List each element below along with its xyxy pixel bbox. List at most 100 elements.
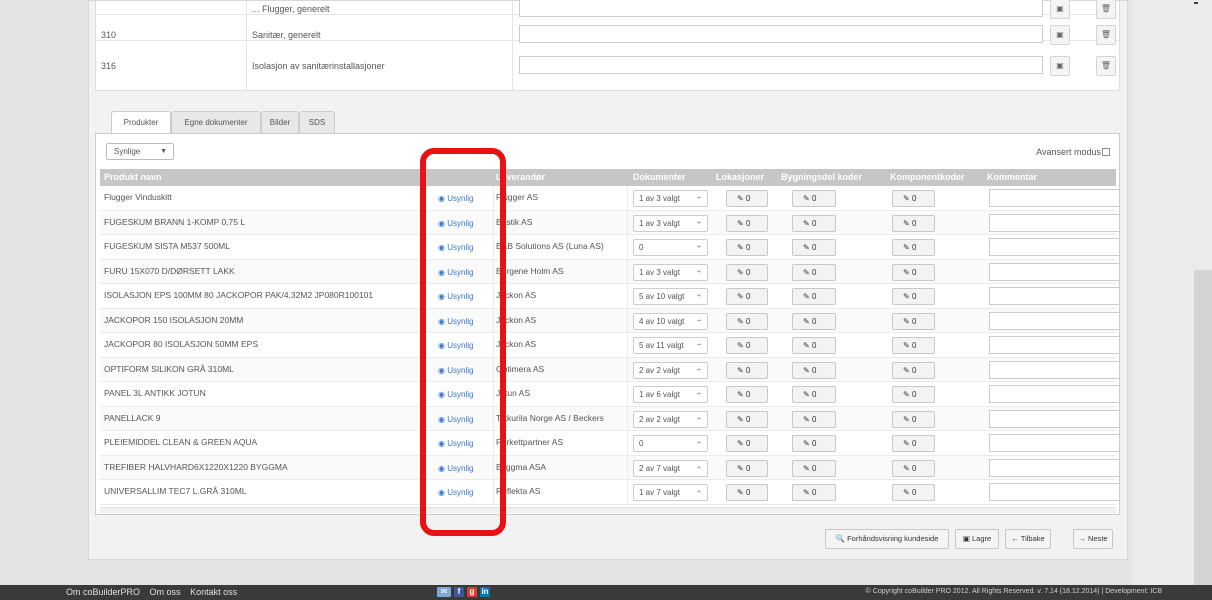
save-icon[interactable]: ▣ <box>1050 56 1070 76</box>
footer-link-contact[interactable]: Kontakt oss <box>190 587 237 597</box>
google-plus-icon[interactable]: g <box>467 587 477 597</box>
header-building-codes[interactable]: Bygningsdel koder <box>781 172 862 182</box>
footer-link-about-cobuilder[interactable]: Om coBuilderPRO <box>66 587 140 597</box>
documents-select[interactable]: 0 ÷ <box>633 435 708 452</box>
advanced-mode-label: Avansert modus <box>1036 147 1101 157</box>
comment-input[interactable] <box>989 336 1120 354</box>
comment-input[interactable] <box>989 385 1120 403</box>
header-product-name[interactable]: Produkt navn <box>104 172 162 182</box>
header-locations[interactable]: Lokasjoner <box>716 172 764 182</box>
documents-select[interactable]: 2 av 2 valgt ÷ <box>633 410 708 428</box>
preview-button[interactable]: 🔍 Forhåndsvisning kundeside <box>825 529 949 549</box>
documents-select[interactable]: 2 av 2 valgt ÷ <box>633 361 708 379</box>
building-codes-button[interactable]: ✎ 0 <box>792 288 836 305</box>
documents-select[interactable]: 2 av 7 valgt ÷ <box>633 459 708 477</box>
row-comment-input[interactable] <box>519 25 1043 43</box>
component-codes-button[interactable]: ✎ 0 <box>892 459 935 477</box>
tab-sds[interactable]: SDS <box>299 111 335 134</box>
building-codes-button[interactable]: ✎ 0 <box>792 263 836 281</box>
comment-input[interactable] <box>989 434 1120 452</box>
building-codes-button[interactable]: ✎ 0 <box>792 312 836 330</box>
comment-input[interactable] <box>989 409 1120 428</box>
save-icon[interactable]: ▣ <box>1050 25 1070 45</box>
next-button[interactable]: → Neste <box>1073 529 1113 549</box>
comment-input[interactable] <box>989 458 1120 477</box>
locations-button[interactable]: ✎ 0 <box>726 410 768 428</box>
locations-button[interactable]: ✎ 0 <box>726 239 768 256</box>
locations-button[interactable]: ✎ 0 <box>726 214 768 232</box>
comment-input[interactable] <box>989 213 1120 232</box>
component-codes-button[interactable]: ✎ 0 <box>892 337 935 354</box>
documents-select[interactable]: 1 av 3 valgt ÷ <box>633 263 708 281</box>
locations-button[interactable]: ✎ 0 <box>726 435 768 452</box>
documents-select[interactable]: 5 av 11 valgt ÷ <box>633 337 708 354</box>
component-codes-button[interactable]: ✎ 0 <box>892 484 935 501</box>
header-documents[interactable]: Dokumenter <box>633 172 686 182</box>
component-codes-button[interactable]: ✎ 0 <box>892 312 935 330</box>
row-comment-input[interactable] <box>519 56 1043 74</box>
row-comment-input[interactable] <box>519 0 1043 17</box>
component-codes-button[interactable]: ✎ 0 <box>892 190 935 207</box>
documents-select[interactable]: 4 av 10 valgt ÷ <box>633 312 708 330</box>
component-codes-button[interactable]: ✎ 0 <box>892 288 935 305</box>
locations-button[interactable]: ✎ 0 <box>726 337 768 354</box>
building-codes-button[interactable]: ✎ 0 <box>792 386 836 403</box>
building-codes-button[interactable]: ✎ 0 <box>792 361 836 379</box>
component-codes-button[interactable]: ✎ 0 <box>892 361 935 379</box>
locations-button[interactable]: ✎ 0 <box>726 386 768 403</box>
documents-select[interactable]: 5 av 10 valgt ÷ <box>633 288 708 305</box>
advanced-mode-toggle[interactable]: Avansert modus <box>1036 147 1110 157</box>
documents-select[interactable]: 1 av 3 valgt ÷ <box>633 190 708 207</box>
comment-input[interactable] <box>989 238 1120 256</box>
tab-egne-dokumenter[interactable]: Egne dokumenter <box>171 111 261 134</box>
horizontal-scrollbar[interactable] <box>100 507 1116 513</box>
component-codes-button[interactable]: ✎ 0 <box>892 386 935 403</box>
mail-icon[interactable]: ✉ <box>437 587 451 597</box>
trash-icon[interactable]: 🗑 <box>1096 56 1116 76</box>
comment-input[interactable] <box>989 287 1120 305</box>
component-codes-button[interactable]: ✎ 0 <box>892 214 935 232</box>
component-codes-button[interactable]: ✎ 0 <box>892 263 935 281</box>
building-codes-button[interactable]: ✎ 0 <box>792 410 836 428</box>
locations-button[interactable]: ✎ 0 <box>726 190 768 207</box>
component-codes-button[interactable]: ✎ 0 <box>892 410 935 428</box>
comment-input[interactable] <box>989 360 1120 379</box>
advanced-mode-checkbox[interactable] <box>1102 148 1110 156</box>
documents-select[interactable]: 1 av 3 valgt ÷ <box>633 214 708 232</box>
locations-button[interactable]: ✎ 0 <box>726 263 768 281</box>
building-codes-button[interactable]: ✎ 0 <box>792 435 836 452</box>
comment-input[interactable] <box>989 189 1120 207</box>
component-codes-button[interactable]: ✎ 0 <box>892 239 935 256</box>
documents-select[interactable]: 0 ÷ <box>633 239 708 256</box>
building-codes-button[interactable]: ✎ 0 <box>792 239 836 256</box>
page-scrollbar[interactable] <box>1194 270 1212 600</box>
tab-produkter[interactable]: Produkter <box>111 111 171 135</box>
footer-link-about-us[interactable]: Om oss <box>150 587 181 597</box>
locations-button[interactable]: ✎ 0 <box>726 361 768 379</box>
linkedin-icon[interactable]: in <box>480 587 490 597</box>
building-codes-button[interactable]: ✎ 0 <box>792 190 836 207</box>
building-codes-button[interactable]: ✎ 0 <box>792 214 836 232</box>
pencil-icon: ✎ <box>803 439 810 448</box>
back-button[interactable]: ← Tilbake <box>1005 529 1051 549</box>
comment-input[interactable] <box>989 311 1120 330</box>
locations-button[interactable]: ✎ 0 <box>726 484 768 501</box>
locations-button[interactable]: ✎ 0 <box>726 459 768 477</box>
header-comment[interactable]: Kommentar <box>987 172 1037 182</box>
tab-bilder[interactable]: Bilder <box>261 111 299 134</box>
building-codes-button[interactable]: ✎ 0 <box>792 459 836 477</box>
component-codes-button[interactable]: ✎ 0 <box>892 435 935 452</box>
documents-select[interactable]: 1 av 6 valgt ÷ <box>633 386 708 403</box>
comment-input[interactable] <box>989 262 1120 281</box>
header-component-codes[interactable]: Komponentkoder <box>890 172 965 182</box>
locations-button[interactable]: ✎ 0 <box>726 288 768 305</box>
building-codes-button[interactable]: ✎ 0 <box>792 484 836 501</box>
comment-input[interactable] <box>989 483 1120 501</box>
facebook-icon[interactable]: f <box>454 587 464 597</box>
visibility-filter-select[interactable]: Synlige ▼ <box>106 143 174 160</box>
trash-icon[interactable]: 🗑 <box>1096 25 1116 45</box>
locations-button[interactable]: ✎ 0 <box>726 312 768 330</box>
save-button[interactable]: ▣ Lagre <box>955 529 999 549</box>
building-codes-button[interactable]: ✎ 0 <box>792 337 836 354</box>
documents-select[interactable]: 1 av 7 valgt ÷ <box>633 484 708 501</box>
